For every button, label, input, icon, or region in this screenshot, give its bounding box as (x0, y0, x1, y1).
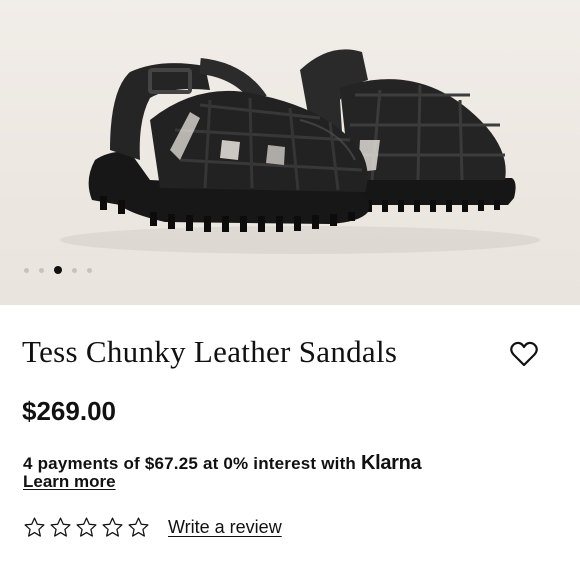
carousel-dot[interactable] (72, 267, 77, 273)
star-empty-icon[interactable] (23, 516, 46, 539)
installment-text: 4 payments of $67.25 at 0% interest with (23, 454, 361, 473)
carousel-indicator[interactable] (24, 265, 92, 275)
product-price: $269.00 (22, 396, 116, 426)
learn-more-link[interactable]: Learn more (23, 472, 116, 492)
carousel-dot-active[interactable] (54, 266, 62, 274)
write-review-link[interactable]: Write a review (168, 517, 282, 538)
star-empty-icon[interactable] (101, 516, 124, 539)
carousel-dot[interactable] (24, 267, 29, 273)
star-empty-icon[interactable] (49, 516, 72, 539)
carousel-dot[interactable] (87, 267, 92, 273)
wishlist-button[interactable] (508, 338, 540, 370)
product-photo (60, 49, 540, 254)
star-empty-icon[interactable] (75, 516, 98, 539)
heart-icon (510, 341, 538, 367)
carousel-dot[interactable] (39, 267, 44, 273)
star-empty-icon[interactable] (127, 516, 150, 539)
klarna-logo: Klarna (360, 452, 422, 474)
rating-stars[interactable] (23, 516, 150, 539)
product-image[interactable] (0, 0, 580, 305)
product-title: Tess Chunky Leather Sandals (22, 334, 398, 369)
